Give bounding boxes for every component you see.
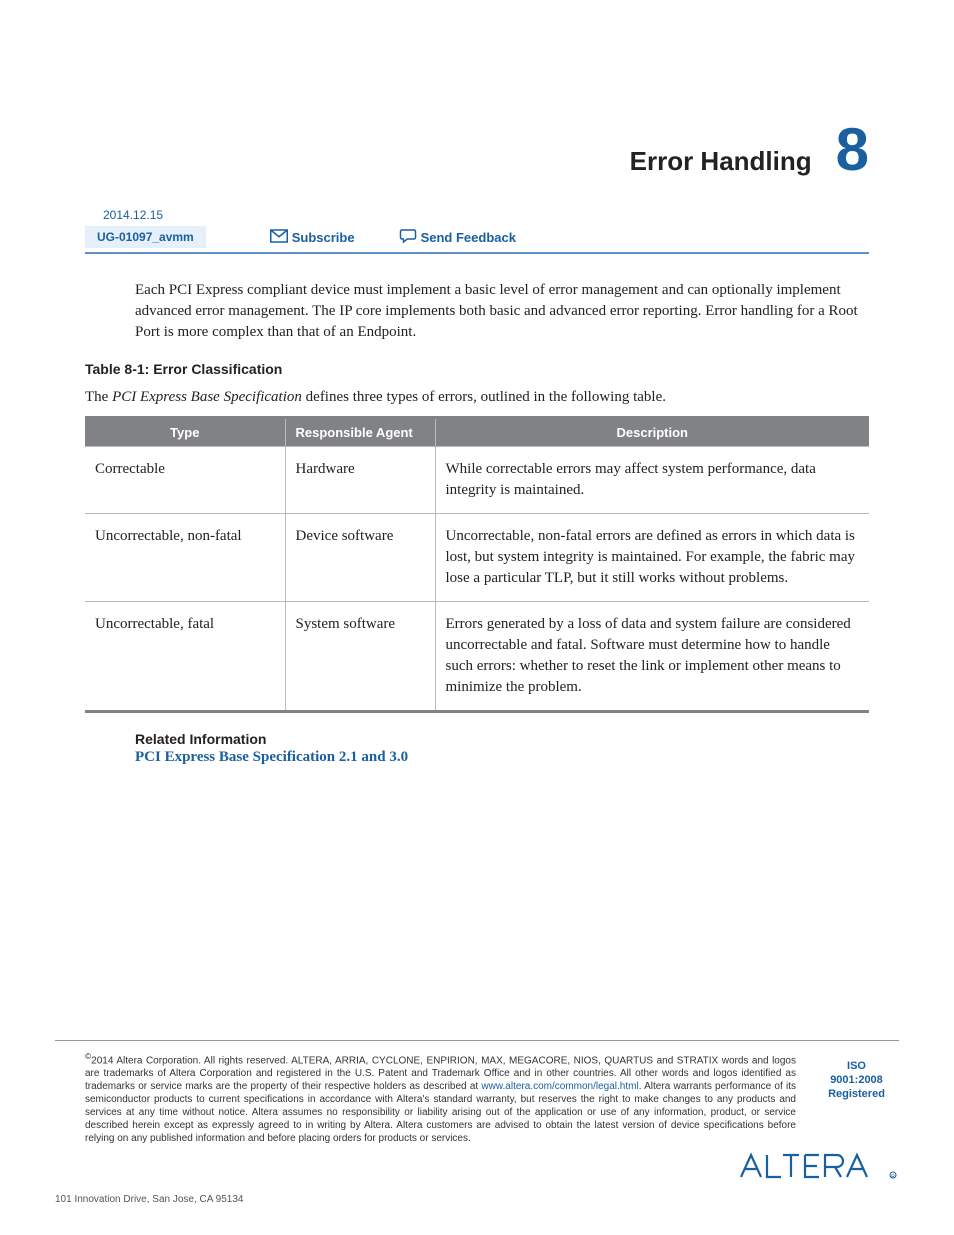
intro-paragraph: Each PCI Express compliant device must i…: [135, 280, 869, 343]
iso-line2: 9001:2008: [814, 1073, 899, 1087]
meta-links-row: UG-01097_avmm Subscribe Send Feedback: [85, 226, 869, 254]
subscribe-label: Subscribe: [292, 230, 355, 245]
iso-badge[interactable]: ISO 9001:2008 Registered: [814, 1051, 899, 1102]
table-row: Uncorrectable, fatal System software Err…: [85, 602, 869, 712]
col-header-desc: Description: [435, 418, 869, 447]
chapter-number: 8: [836, 120, 869, 180]
feedback-link[interactable]: Send Feedback: [399, 228, 516, 247]
cell-type: Correctable: [85, 447, 285, 514]
chapter-title: Error Handling: [630, 146, 812, 177]
subscribe-link[interactable]: Subscribe: [270, 228, 355, 247]
legal-url-link[interactable]: www.altera.com/common/legal.html: [481, 1081, 638, 1092]
table-header-row: Type Responsible Agent Description: [85, 418, 869, 447]
cell-desc: While correctable errors may affect syst…: [435, 447, 869, 514]
doc-date: 2014.12.15: [85, 208, 869, 222]
related-information: Related Information PCI Express Base Spe…: [135, 731, 869, 766]
table-caption: Table 8-1: Error Classification: [85, 361, 869, 377]
cell-desc: Errors generated by a loss of data and s…: [435, 602, 869, 712]
col-header-agent: Responsible Agent: [285, 418, 435, 447]
speech-bubble-icon: [399, 228, 417, 247]
cell-agent: System software: [285, 602, 435, 712]
doc-id-badge[interactable]: UG-01097_avmm: [85, 226, 206, 248]
cell-agent: Hardware: [285, 447, 435, 514]
mail-icon: [270, 228, 288, 247]
svg-text:R: R: [891, 1174, 895, 1180]
table-row: Uncorrectable, non-fatal Device software…: [85, 514, 869, 602]
cell-type: Uncorrectable, non-fatal: [85, 514, 285, 602]
altera-logo-icon: R: [739, 1151, 899, 1186]
table-intro-em: PCI Express Base Specification: [112, 389, 302, 405]
page-footer: ©2014 Altera Corporation. All rights res…: [55, 1040, 899, 1205]
logo-row: R: [55, 1151, 899, 1186]
table-intro: The PCI Express Base Specification defin…: [85, 387, 869, 408]
footer-address: 101 Innovation Drive, San Jose, CA 95134: [55, 1194, 899, 1205]
table-row: Correctable Hardware While correctable e…: [85, 447, 869, 514]
meta-block: 2014.12.15 UG-01097_avmm Subscribe Send …: [85, 208, 869, 254]
table-intro-pre: The: [85, 389, 112, 405]
iso-line1: ISO: [814, 1059, 899, 1073]
error-classification-table: Type Responsible Agent Description Corre…: [85, 416, 869, 713]
col-header-type: Type: [85, 418, 285, 447]
iso-line3: Registered: [814, 1087, 899, 1101]
table-intro-post: defines three types of errors, outlined …: [302, 389, 666, 405]
chapter-header: Error Handling 8: [85, 120, 869, 180]
related-link-pci-spec[interactable]: PCI Express Base Specification 2.1 and 3…: [135, 749, 869, 766]
cell-agent: Device software: [285, 514, 435, 602]
legal-text: ©2014 Altera Corporation. All rights res…: [55, 1051, 796, 1145]
related-heading: Related Information: [135, 731, 869, 747]
feedback-label: Send Feedback: [421, 230, 516, 245]
cell-type: Uncorrectable, fatal: [85, 602, 285, 712]
cell-desc: Uncorrectable, non-fatal errors are defi…: [435, 514, 869, 602]
